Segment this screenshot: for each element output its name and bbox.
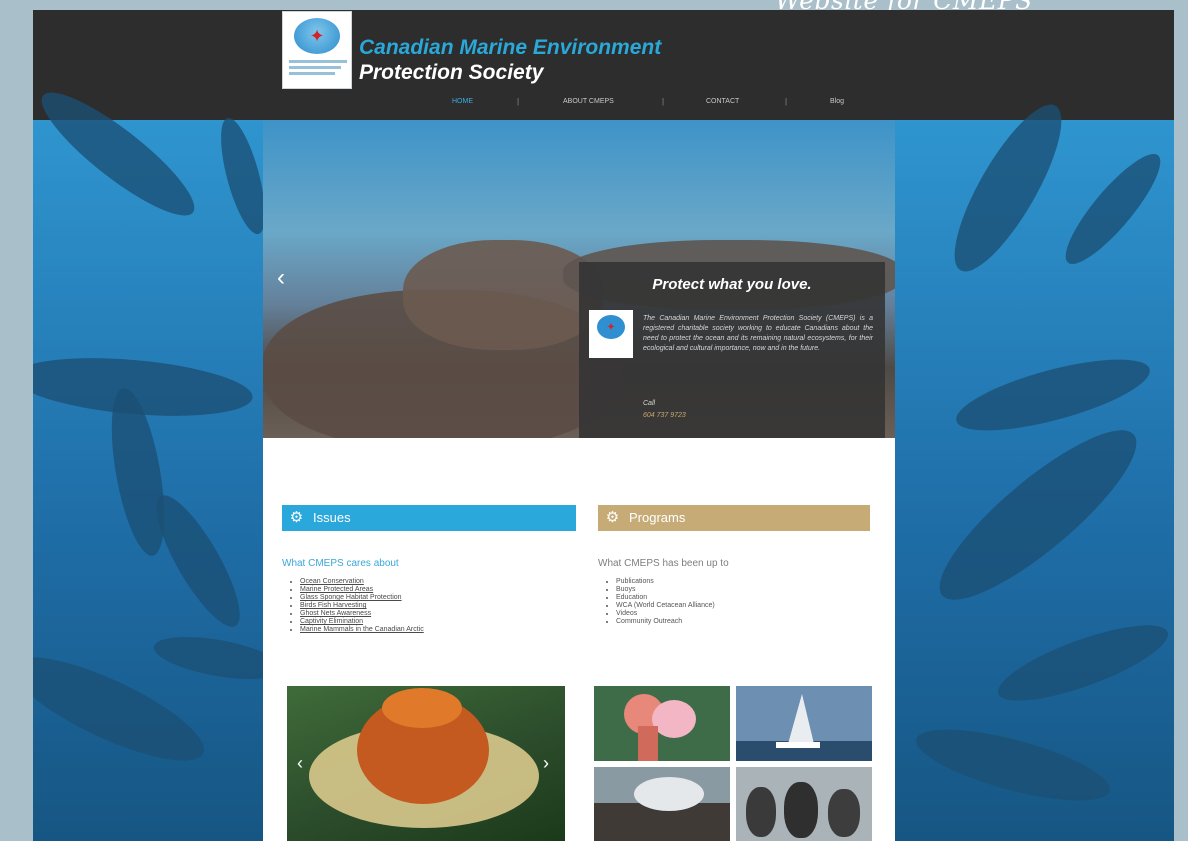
list-item: Publications	[616, 578, 862, 586]
reef-shape	[403, 240, 603, 350]
gallery-thumb-anemone[interactable]	[594, 686, 730, 761]
list-item: Ghost Nets Awareness	[300, 610, 576, 618]
sail-shape	[788, 694, 814, 744]
hero-logo: ✦	[589, 310, 633, 358]
gallery-next-arrow[interactable]: ›	[543, 754, 549, 772]
programs-header[interactable]: ⚙ Programs	[598, 505, 870, 531]
issue-link[interactable]: Marine Mammals in the Canadian Arctic	[300, 626, 424, 633]
list-item: Birds Fish Harvesting	[300, 602, 576, 610]
hull-shape	[776, 742, 820, 748]
programs-list: Publications Buoys Education WCA (World …	[602, 578, 862, 626]
issue-link[interactable]: Ghost Nets Awareness	[300, 610, 371, 617]
jellyfish-shape	[382, 688, 462, 728]
nav-blog[interactable]: Blog	[830, 98, 844, 105]
hero-description: The Canadian Marine Environment Protecti…	[643, 315, 873, 352]
programs-subtitle: What CMEPS has been up to	[598, 558, 729, 569]
gear-icon: ⚙	[605, 509, 620, 526]
list-item: Glass Sponge Habitat Protection	[300, 594, 576, 602]
main-nav: HOME | ABOUT CMEPS | CONTACT | Blog	[438, 97, 868, 112]
site-header: ✦ Canadian Marine Environment Protection…	[33, 10, 1174, 120]
issues-title: Issues	[313, 510, 351, 525]
programs-title: Programs	[629, 510, 686, 525]
brand-name-line2: Protection Society	[359, 61, 544, 84]
whale-shape	[784, 782, 818, 838]
maple-leaf-icon: ✦	[309, 26, 325, 46]
fish-shape	[142, 485, 254, 637]
list-item: Videos	[616, 610, 862, 618]
gear-icon: ⚙	[289, 509, 304, 526]
issue-link[interactable]: Ocean Conservation	[300, 578, 364, 585]
hero-phone-link[interactable]: 604 737 9723	[643, 412, 686, 419]
list-item: Community Outreach	[616, 618, 862, 626]
list-item: WCA (World Cetacean Alliance)	[616, 602, 862, 610]
logo[interactable]: ✦	[282, 11, 352, 89]
content-column: ‹ Protect what you love. ✦ The Canadian …	[263, 120, 895, 841]
issue-link[interactable]: Captivity Elimination	[300, 618, 363, 625]
whale-shape	[828, 789, 860, 837]
nav-separator: |	[785, 97, 788, 106]
list-item: Buoys	[616, 586, 862, 594]
website-frame: ✦ Canadian Marine Environment Protection…	[33, 10, 1174, 841]
logo-wordmark	[289, 60, 347, 78]
logo-globe: ✦	[597, 315, 625, 339]
issue-link[interactable]: Birds Fish Harvesting	[300, 602, 367, 609]
issues-header[interactable]: ⚙ Issues	[282, 505, 576, 531]
wave-shape	[634, 777, 704, 811]
nav-separator: |	[517, 97, 520, 106]
fish-shape	[909, 714, 1117, 816]
logo-globe: ✦	[294, 18, 340, 54]
nav-contact[interactable]: CONTACT	[706, 98, 739, 105]
nav-separator: |	[662, 97, 665, 106]
fish-shape	[990, 610, 1174, 716]
anemone-shape	[638, 726, 658, 761]
gallery-slideshow[interactable]: ‹ ›	[287, 686, 565, 841]
hero-call-label: Call	[643, 400, 656, 407]
fish-shape	[919, 407, 1157, 623]
fish-shape	[1053, 143, 1173, 275]
maple-leaf-icon: ✦	[606, 321, 616, 334]
issue-link[interactable]: Glass Sponge Habitat Protection	[300, 594, 402, 601]
fish-shape	[936, 91, 1080, 285]
gallery-thumb-whales[interactable]	[736, 767, 872, 841]
hero-title: Protect what you love.	[652, 276, 812, 293]
gallery-thumb-sailboat[interactable]	[736, 686, 872, 761]
nav-about[interactable]: ABOUT CMEPS	[563, 98, 614, 105]
gallery-prev-arrow[interactable]: ‹	[297, 754, 303, 772]
brand-name-line1: Canadian Marine Environment	[359, 36, 662, 59]
issues-list: Ocean Conservation Marine Protected Area…	[286, 578, 576, 634]
anemone-shape	[652, 700, 696, 738]
issues-subtitle: What CMEPS cares about	[282, 558, 399, 569]
list-item: Ocean Conservation	[300, 578, 576, 586]
hero-info-box: Protect what you love. ✦ The Canadian Ma…	[579, 262, 885, 438]
whale-shape	[746, 787, 776, 837]
nav-home[interactable]: HOME	[452, 98, 473, 105]
gallery-thumb-waves[interactable]	[594, 767, 730, 841]
hero-prev-arrow[interactable]: ‹	[277, 266, 285, 290]
list-item: Marine Protected Areas	[300, 586, 576, 594]
issue-link[interactable]: Marine Protected Areas	[300, 586, 373, 593]
list-item: Education	[616, 594, 862, 602]
list-item: Captivity Elimination	[300, 618, 576, 626]
list-item: Marine Mammals in the Canadian Arctic	[300, 626, 576, 634]
hero-slideshow[interactable]: ‹ Protect what you love. ✦ The Canadian …	[263, 120, 895, 438]
